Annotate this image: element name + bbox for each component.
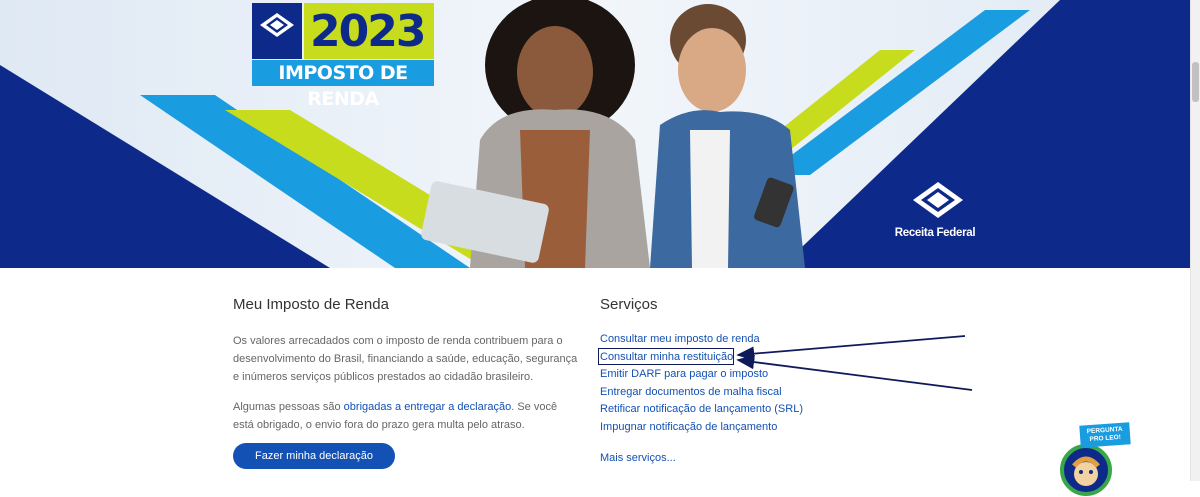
banner-graphic	[0, 0, 1190, 268]
intro-paragraph: Os valores arrecadados com o imposto de …	[233, 335, 578, 383]
service-link-retificar-srl[interactable]: Retificar notificação de lançamento (SRL…	[600, 401, 980, 419]
leo-avatar-icon[interactable]	[1060, 444, 1112, 496]
service-link-emitir-darf[interactable]: Emitir DARF para pagar o imposto	[600, 366, 980, 384]
chat-tag-label[interactable]: PERGUNTA PRO LEO!	[1079, 422, 1131, 448]
service-link-malha-fiscal[interactable]: Entregar documentos de malha fiscal	[600, 384, 980, 402]
obligation-paragraph: Algumas pessoas são obrigadas a entregar…	[233, 398, 578, 434]
section-title: Serviços	[600, 296, 658, 313]
badge-subtitle: IMPOSTO DE RENDA	[252, 60, 434, 110]
scrollbar-thumb[interactable]	[1192, 62, 1199, 102]
service-link-consultar-imposto[interactable]: Consultar meu imposto de renda	[600, 331, 980, 349]
section-title: Meu Imposto de Renda	[233, 296, 389, 313]
fazer-declaracao-button[interactable]: Fazer minha declaração	[233, 443, 395, 469]
servicos-section: Serviços Consultar meu imposto de renda …	[600, 296, 980, 436]
services-list: Consultar meu imposto de renda Consultar…	[600, 331, 980, 436]
receita-logo-icon	[252, 3, 302, 59]
hero-banner: 2023 IMPOSTO DE RENDA Receita Federal	[0, 0, 1190, 268]
receita-federal-logo-icon	[893, 180, 983, 250]
chat-leo-widget[interactable]: PERGUNTA PRO LEO!	[1058, 422, 1133, 496]
receita-federal-label: Receita Federal	[894, 227, 976, 239]
page-scrollbar[interactable]	[1190, 0, 1200, 481]
obligation-link[interactable]: obrigadas a entregar a declaração	[344, 401, 512, 413]
obligation-text-before: Algumas pessoas são	[233, 401, 344, 413]
service-link-impugnar[interactable]: Impugnar notificação de lançamento	[600, 419, 980, 437]
meu-imposto-section: Meu Imposto de Renda Os valores arrecada…	[233, 296, 578, 434]
annotation-highlight-box	[598, 348, 734, 365]
ir-2023-badge: 2023 IMPOSTO DE RENDA	[250, 0, 436, 110]
mais-servicos-link[interactable]: Mais serviços...	[600, 452, 676, 464]
badge-year: 2023	[310, 6, 426, 57]
